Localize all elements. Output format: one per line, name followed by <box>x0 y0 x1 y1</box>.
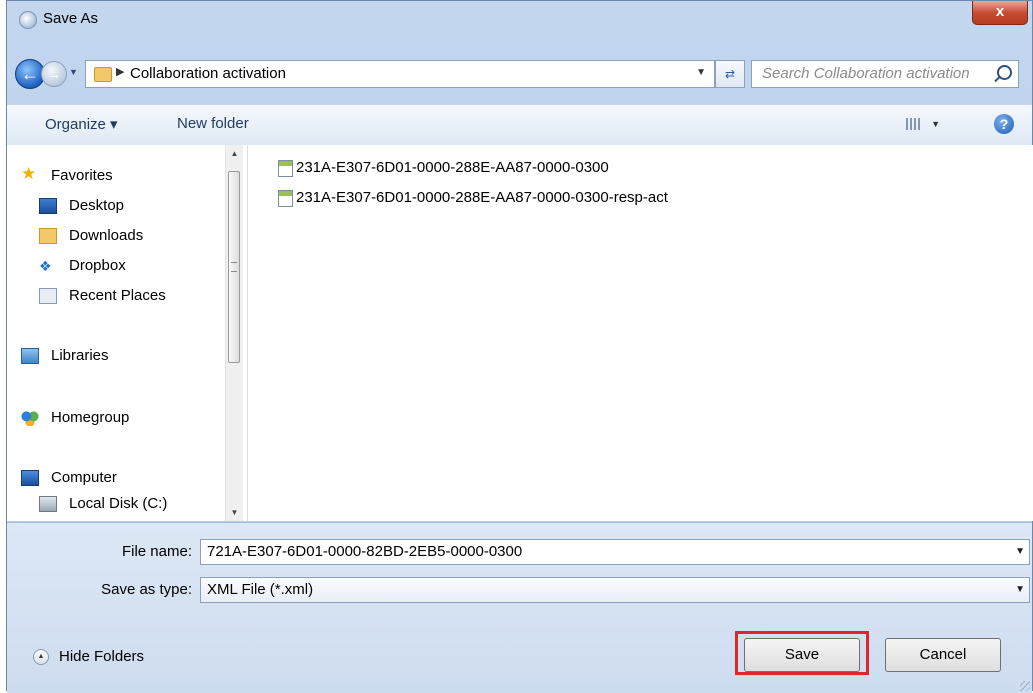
save-options-panel: File name: 721A-E307-6D01-0000-82BD-2EB5… <box>7 522 1032 693</box>
scrollbar-thumb[interactable] <box>228 171 240 363</box>
computer-icon <box>21 470 39 486</box>
local-disk-icon <box>39 496 57 512</box>
file-list: 231A-E307-6D01-0000-288E-AA87-0000-0300 … <box>248 145 1033 521</box>
file-name-value: 721A-E307-6D01-0000-82BD-2EB5-0000-0300 <box>207 543 523 560</box>
recent-places-icon <box>39 288 57 304</box>
desktop-icon <box>39 198 57 214</box>
navigation-pane: ★ Favorites Desktop Downloads ❖ Dropbox … <box>7 145 248 521</box>
save-as-dialog: Save As x ← → ▼ ▶ Collaboration activati… <box>6 0 1033 693</box>
navigation-scrollbar[interactable]: ▲ ▼ <box>225 145 243 521</box>
address-dropdown-icon[interactable]: ▼ <box>696 67 706 78</box>
libraries-icon <box>21 348 39 364</box>
search-icon[interactable] <box>997 65 1012 80</box>
close-button[interactable]: x <box>972 1 1028 25</box>
new-folder-button[interactable]: New folder <box>177 115 249 132</box>
title-bar: Save As x <box>7 1 1032 41</box>
breadcrumb-current[interactable]: Collaboration activation <box>130 65 286 82</box>
forward-button[interactable]: → <box>41 61 67 87</box>
file-name-label: File name: <box>121 543 192 560</box>
xml-file-icon <box>278 160 293 177</box>
save-type-select[interactable]: XML File (*.xml) ▼ <box>200 577 1030 603</box>
scroll-down-icon[interactable]: ▼ <box>226 504 243 521</box>
views-dropdown-icon[interactable]: ▼ <box>931 119 940 129</box>
grip-icon <box>231 262 237 272</box>
views-icon[interactable] <box>906 118 920 130</box>
file-name-dropdown-icon[interactable]: ▼ <box>1015 546 1025 557</box>
refresh-button[interactable]: ⇄ <box>715 60 745 88</box>
save-type-value: XML File (*.xml) <box>207 581 314 598</box>
organize-menu[interactable]: Organize ▾ <box>45 115 118 133</box>
address-box[interactable]: ▶ Collaboration activation ▼ <box>85 60 715 88</box>
resize-grip-icon[interactable] <box>1020 681 1030 691</box>
folder-icon <box>94 67 112 82</box>
file-name-field[interactable]: 721A-E307-6D01-0000-82BD-2EB5-0000-0300 … <box>200 539 1030 565</box>
dialog-title: Save As <box>43 10 99 27</box>
collapse-icon: ▲ <box>33 649 49 665</box>
search-placeholder: Search Collaboration activation <box>762 65 970 82</box>
xml-file-icon <box>278 190 293 207</box>
breadcrumb-chevron-icon[interactable]: ▶ <box>116 65 124 78</box>
downloads-icon <box>39 228 57 244</box>
save-type-label: Save as type: <box>101 581 192 598</box>
scroll-up-icon[interactable]: ▲ <box>226 145 243 162</box>
star-icon: ★ <box>21 164 37 183</box>
recent-locations-dropdown[interactable]: ▼ <box>69 67 78 77</box>
command-toolbar: Organize ▾ New folder ▼ ? <box>7 104 1032 146</box>
save-type-dropdown-icon[interactable]: ▼ <box>1015 584 1025 595</box>
address-bar: ← → ▼ ▶ Collaboration activation ▼ ⇄ Sea… <box>7 57 1032 91</box>
dialog-icon <box>19 11 37 29</box>
help-icon[interactable]: ? <box>994 114 1014 134</box>
save-button[interactable]: Save <box>744 638 860 672</box>
homegroup-icon <box>21 410 39 426</box>
search-input[interactable]: Search Collaboration activation <box>751 60 1019 88</box>
cancel-button[interactable]: Cancel <box>885 638 1001 672</box>
dropbox-icon: ❖ <box>39 258 52 274</box>
